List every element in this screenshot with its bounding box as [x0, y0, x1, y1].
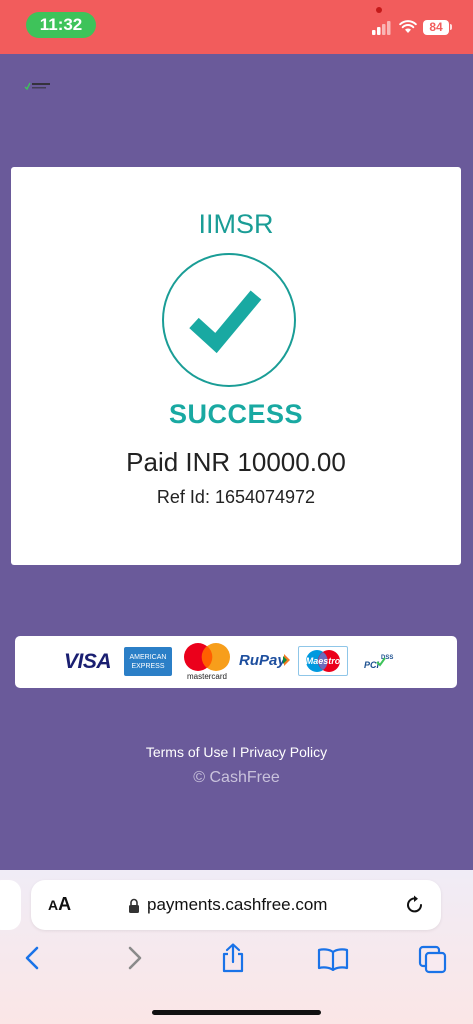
previous-tab-preview[interactable]: [0, 880, 21, 930]
paid-amount: Paid INR 10000.00: [126, 447, 346, 477]
cashfree-logo: [24, 82, 50, 91]
home-indicator[interactable]: [152, 1010, 321, 1015]
amex-text-bottom: EXPRESS: [131, 663, 165, 670]
recording-indicator-icon: [376, 7, 382, 13]
pci-dss-logo: PCIDSS: [364, 655, 404, 670]
back-chevron-icon[interactable]: [21, 945, 45, 971]
merchant-name: IIMSR: [198, 209, 274, 239]
share-icon[interactable]: [220, 943, 246, 973]
check-icon: [189, 290, 262, 354]
copyright-text: © CashFree: [193, 769, 280, 786]
payment-receipt-card: IIMSR SUCCESS Paid INR 10000.00 Ref Id: 1…: [11, 167, 461, 565]
battery-cap: [450, 24, 452, 30]
tabs-icon[interactable]: [418, 945, 448, 975]
mastercard-logo-icon: [184, 643, 230, 671]
text-size-small-a: A: [48, 897, 59, 913]
mastercard-label: mastercard: [186, 672, 227, 681]
text-size-big-a: A: [58, 894, 72, 914]
status-time: 11:32: [26, 12, 96, 38]
footer-separator: I: [232, 744, 237, 760]
reference-id: Ref Id: 1654074972: [11, 487, 461, 508]
wifi-icon: [399, 20, 417, 33]
visa-logo: VISA: [64, 650, 112, 673]
url-text: payments.cashfree.com: [147, 895, 328, 914]
rupay-logo: RuPay: [239, 652, 286, 669]
cellular-signal-icon: [372, 21, 391, 35]
footer-links: Terms of Use I Privacy Policy: [0, 744, 473, 760]
reference-id-label: Ref Id:: [156, 487, 210, 507]
lock-icon: [129, 898, 139, 913]
maestro-logo: Maestro: [298, 646, 348, 676]
payment-methods-strip: VISA AMERICAN EXPRESS mastercard RuPay M…: [15, 636, 457, 688]
maestro-label: Maestro: [305, 656, 341, 666]
success-check-circle: [162, 253, 296, 387]
reference-id-value: 1654074972: [214, 487, 316, 507]
status-bar: 11:32 84: [0, 0, 473, 54]
address-bar[interactable]: AA payments.cashfree.com: [31, 880, 441, 930]
reload-icon[interactable]: [404, 894, 426, 916]
text-size-button[interactable]: AA: [48, 894, 71, 915]
browser-toolbar: AA payments.cashfree.com: [0, 870, 473, 1024]
forward-chevron-icon[interactable]: [122, 945, 146, 971]
pci-check-icon: [376, 657, 386, 667]
battery-level: 84: [423, 20, 449, 35]
amex-logo: AMERICAN EXPRESS: [124, 647, 172, 676]
terms-of-use-link[interactable]: Terms of Use: [146, 744, 228, 760]
amex-text-top: AMERICAN: [129, 654, 167, 661]
payment-status: SUCCESS: [168, 399, 304, 429]
rupay-arrow-icon: [283, 654, 290, 666]
privacy-policy-link[interactable]: Privacy Policy: [240, 744, 327, 760]
bookmarks-icon[interactable]: [317, 947, 349, 971]
